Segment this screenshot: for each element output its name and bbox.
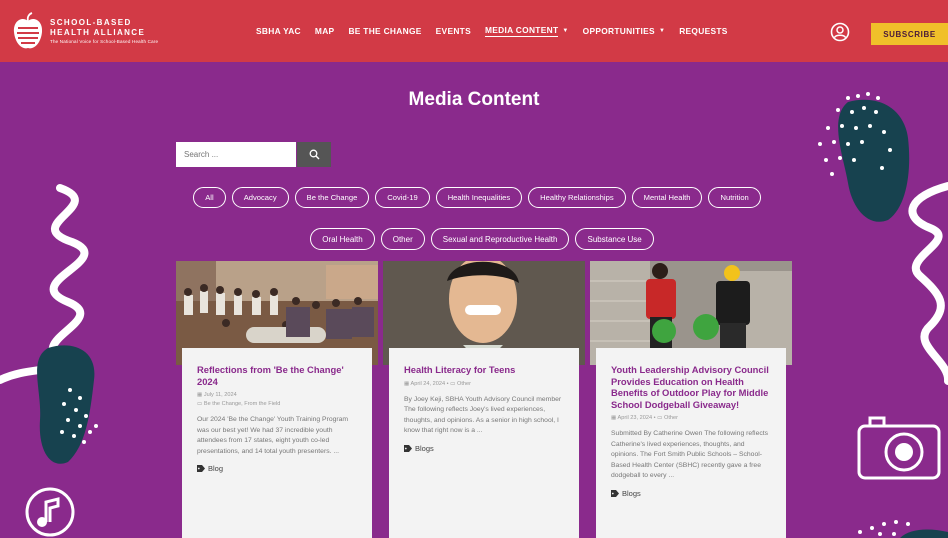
post-meta: ▦ April 24, 2024 • ▭ Other — [404, 380, 564, 389]
nav-label: EVENTS — [435, 26, 471, 36]
post-date-text: July 11, 2024 — [203, 392, 237, 398]
filter-chip-covid-19[interactable]: Covid-19 — [375, 187, 430, 208]
camera-icon — [857, 416, 941, 480]
logo-tagline: The National Voice for School-Based Heal… — [50, 39, 159, 45]
brush-dots-decoration-left — [37, 345, 98, 464]
chevron-down-icon: ▼ — [658, 28, 666, 34]
post-date-text: April 24, 2024 — [410, 380, 446, 387]
post-tag-label: Blogs — [622, 488, 641, 498]
post-excerpt: Our 2024 'Be the Change' Youth Training … — [197, 416, 349, 455]
post-tag[interactable]: Blog — [197, 464, 357, 473]
apple-logo-icon — [13, 12, 43, 49]
nav-label: BE THE CHANGE — [348, 26, 422, 36]
post-meta: ▦ April 23, 2024 • ▭ Other — [611, 414, 771, 423]
nav-label: SBHA YAC — [256, 26, 301, 36]
post-title[interactable]: Reflections from 'Be the Change' 2024 — [197, 364, 357, 387]
post-excerpt: Submitted By Catherine Owen The followin… — [611, 430, 769, 480]
post-date-text: April 23, 2024 — [617, 415, 653, 421]
post-tag[interactable]: Blogs — [611, 489, 771, 498]
tag-icon — [404, 444, 412, 452]
filter-chip-healthy-relationships[interactable]: Healthy Relationships — [528, 187, 626, 208]
post-tag-label: Blog — [208, 464, 224, 474]
filter-chip-substance-use[interactable]: Substance Use — [575, 228, 654, 250]
logo-name-line1: SCHOOL-BASED — [50, 18, 132, 28]
nav-label: OPPORTUNITIES — [582, 26, 655, 36]
post-date: ▦ April 24, 2024 • ▭ Other — [404, 380, 471, 387]
post-card[interactable]: Youth Leadership Advisory Council Provid… — [590, 261, 792, 538]
post-date: ▦ July 11, 2024 — [197, 392, 237, 398]
nav-item-opportunities[interactable]: OPPORTUNITIES ▼ — [583, 26, 666, 36]
post-card[interactable]: Health Literacy for Teens ▦ April 24, 20… — [383, 261, 585, 538]
post-categories: ▭ Be the Change, From the Field — [197, 401, 281, 407]
filter-chip-other[interactable]: Other — [380, 228, 425, 250]
filter-chip-nutrition[interactable]: Nutrition — [708, 187, 761, 208]
post-date: ▦ April 23, 2024 • ▭ Other — [611, 415, 678, 421]
category-filters-row-1: All Advocacy Be the Change Covid-19 Heal… — [3, 187, 948, 208]
post-excerpt: By Joey Keji, SBHA Youth Advisory Counci… — [404, 395, 562, 435]
post-title[interactable]: Youth Leadership Advisory Council Provid… — [611, 364, 771, 410]
nav-item-events[interactable]: EVENTS — [436, 26, 471, 36]
filter-chip-mental-health[interactable]: Mental Health — [631, 187, 703, 208]
post-categories-text[interactable]: Other — [664, 415, 678, 421]
nav-label: MEDIA CONTENT — [484, 25, 559, 37]
nav-item-map[interactable]: MAP — [315, 26, 335, 36]
filter-chip-all[interactable]: All — [193, 187, 226, 208]
nav-item-requests[interactable]: REQUESTS — [679, 26, 727, 36]
filter-chip-advocacy[interactable]: Advocacy — [231, 187, 289, 208]
post-card-body: Youth Leadership Advisory Council Provid… — [596, 348, 786, 538]
logo-name-line2: HEALTH ALLIANCE — [50, 28, 146, 38]
music-note-icon — [25, 487, 75, 537]
search-input[interactable] — [176, 142, 296, 167]
filter-chip-oral-health[interactable]: Oral Health — [310, 228, 375, 250]
site-logo[interactable]: SCHOOL-BASED HEALTH ALLIANCE The Nationa… — [12, 12, 158, 52]
main-nav: SBHA YAC MAP BE THE CHANGE EVENTS MEDIA … — [256, 0, 742, 62]
subscribe-button[interactable]: SUBSCRIBE — [871, 23, 948, 45]
category-filters-row-2: Oral Health Other Sexual and Reproductiv… — [8, 228, 948, 250]
nav-label: MAP — [314, 26, 335, 36]
tag-icon — [197, 465, 205, 473]
filter-chip-sexual-reproductive-health[interactable]: Sexual and Reproductive Health — [430, 228, 570, 250]
post-title[interactable]: Health Literacy for Teens — [404, 364, 564, 376]
chevron-down-icon: ▼ — [562, 28, 569, 34]
nav-label: REQUESTS — [679, 26, 728, 36]
page-title: Media Content — [408, 89, 540, 110]
user-circle-icon[interactable] — [830, 22, 850, 42]
dots-decoration-bottom-right — [858, 520, 948, 538]
filter-chip-be-the-change[interactable]: Be the Change — [294, 187, 370, 208]
filter-chip-health-inequalities[interactable]: Health Inequalities — [435, 187, 523, 208]
post-card-body: Health Literacy for Teens ▦ April 24, 20… — [389, 348, 579, 538]
post-card[interactable]: Reflections from 'Be the Change' 2024 ▦ … — [176, 261, 378, 538]
nav-item-be-the-change[interactable]: BE THE CHANGE — [348, 26, 421, 36]
post-tag[interactable]: Blogs — [404, 444, 564, 453]
nav-item-sbha-yac[interactable]: SBHA YAC — [256, 26, 301, 36]
post-tag-label: Blogs — [415, 443, 434, 453]
search-button[interactable] — [297, 142, 331, 167]
search-icon — [309, 149, 319, 160]
tag-icon — [611, 489, 619, 497]
post-categories-text[interactable]: Be the Change, From the Field — [204, 401, 281, 407]
nav-item-media-content[interactable]: MEDIA CONTENT ▼ — [484, 25, 569, 37]
post-categories-text[interactable]: Other — [457, 381, 471, 387]
post-meta: ▦ July 11, 2024 ▭ Be the Change, From th… — [197, 391, 357, 409]
search-bar — [176, 142, 331, 167]
post-card-body: Reflections from 'Be the Change' 2024 ▦ … — [182, 348, 372, 538]
site-header: SCHOOL-BASED HEALTH ALLIANCE The Nationa… — [0, 0, 948, 62]
